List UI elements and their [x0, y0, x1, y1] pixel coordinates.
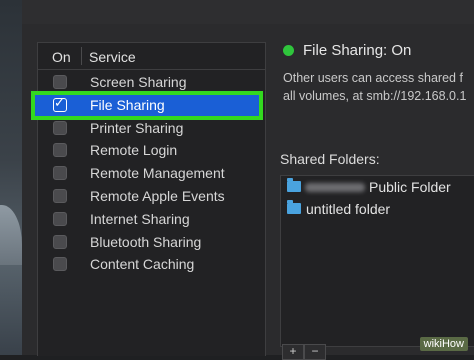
service-label: Remote Login — [90, 142, 178, 159]
service-label: Remote Apple Events — [90, 187, 225, 204]
column-divider — [81, 47, 82, 65]
desktop-background — [0, 0, 22, 355]
service-checkbox[interactable] — [53, 188, 67, 203]
service-row-bluetooth-sharing[interactable]: Bluetooth Sharing — [38, 231, 265, 254]
service-label: Remote Management — [90, 165, 225, 182]
service-checkbox[interactable] — [53, 75, 67, 89]
service-checkbox[interactable] — [53, 120, 67, 135]
service-row-internet-sharing[interactable]: Internet Sharing — [38, 208, 265, 231]
service-label: File Sharing — [90, 96, 165, 113]
desktop-mountain — [0, 205, 22, 265]
shared-folder-row[interactable]: Public Folder — [281, 176, 474, 198]
status-description-line: Other users can access shared f — [283, 71, 463, 85]
service-label: Printer Sharing — [90, 119, 184, 136]
shared-folder-label: untitled folder — [306, 201, 391, 217]
service-checkbox[interactable] — [53, 257, 67, 272]
checkmark-icon: ✓ — [54, 94, 65, 110]
redacted-username — [305, 183, 365, 192]
status-description-line: all volumes, at smb://192.168.0.1 — [283, 89, 467, 103]
service-label: Bluetooth Sharing — [90, 233, 202, 250]
services-list: On Service Screen Sharing ✓ File Sharing… — [31, 42, 266, 356]
status-description: Other users can access shared f all volu… — [283, 69, 474, 105]
service-checkbox[interactable] — [53, 166, 67, 181]
folder-icon — [287, 178, 301, 192]
service-label: Content Caching — [90, 256, 195, 273]
service-checkbox[interactable] — [53, 234, 67, 249]
service-row-remote-apple-events[interactable]: Remote Apple Events — [38, 185, 265, 208]
shared-folder-label: Public Folder — [369, 179, 451, 195]
service-row-file-sharing[interactable]: ✓ File Sharing — [31, 90, 265, 120]
shared-folders-title: Shared Folders: — [280, 151, 380, 167]
window-toolbar — [22, 0, 474, 24]
watermark-logo: wikiHow — [419, 337, 468, 351]
column-header-service[interactable]: Service — [89, 49, 136, 65]
add-folder-button[interactable]: + — [282, 344, 304, 360]
status-indicator-icon — [283, 45, 294, 56]
service-row-printer-sharing[interactable]: Printer Sharing — [38, 117, 265, 140]
service-row-remote-login[interactable]: Remote Login — [38, 139, 265, 162]
shared-folder-row[interactable]: untitled folder — [281, 198, 474, 220]
column-header-on[interactable]: On — [52, 49, 71, 65]
remove-folder-button[interactable]: − — [304, 344, 326, 360]
shared-folders-list: Public Folder untitled folder — [280, 175, 474, 347]
service-checkbox[interactable] — [53, 211, 67, 226]
folder-icon — [287, 200, 301, 214]
service-checkbox[interactable] — [53, 143, 67, 158]
status-title: File Sharing: On — [303, 42, 412, 59]
service-row-remote-management[interactable]: Remote Management — [38, 162, 265, 185]
service-row-content-caching[interactable]: Content Caching — [38, 253, 265, 276]
services-rows: Screen Sharing ✓ File Sharing Printer Sh… — [31, 71, 265, 276]
services-list-header: On Service — [38, 43, 265, 70]
service-label: Internet Sharing — [90, 210, 190, 227]
service-label: Screen Sharing — [90, 74, 187, 90]
